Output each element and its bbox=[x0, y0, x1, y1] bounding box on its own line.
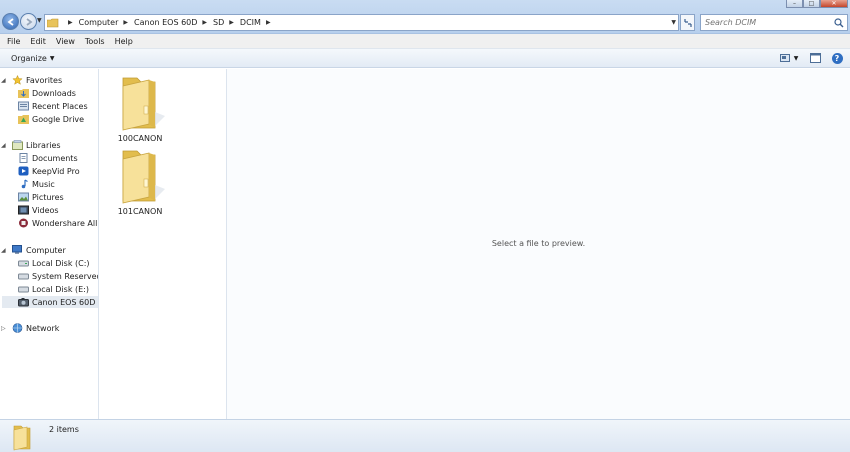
view-icon bbox=[780, 54, 790, 62]
preview-pane-icon bbox=[809, 53, 821, 63]
network-icon bbox=[12, 323, 23, 333]
nav-local-disk-e[interactable]: Local Disk (E:) bbox=[18, 283, 89, 295]
breadcrumb-dcim[interactable]: DCIM ▶ bbox=[240, 15, 277, 30]
preview-message: Select a file to preview. bbox=[491, 239, 586, 248]
nav-google-drive[interactable]: Google Drive bbox=[18, 113, 84, 125]
menu-help[interactable]: Help bbox=[115, 37, 133, 46]
address-dropdown-icon[interactable]: ▼ bbox=[671, 19, 676, 26]
command-bar: Organize ▼ ▼ ? bbox=[0, 49, 850, 68]
forward-button[interactable] bbox=[20, 13, 37, 30]
breadcrumb-computer[interactable]: Computer ▶ bbox=[79, 15, 134, 30]
folder-name: 101CANON bbox=[117, 207, 163, 216]
documents-icon bbox=[19, 153, 28, 163]
google-drive-icon bbox=[18, 115, 29, 124]
folder-icon bbox=[13, 425, 31, 451]
nav-favorites[interactable]: ◢ Favorites bbox=[1, 74, 62, 86]
computer-icon bbox=[12, 245, 22, 254]
nav-computer[interactable]: ◢ Computer bbox=[1, 244, 66, 256]
maximize-button[interactable]: □ bbox=[803, 0, 820, 8]
nav-keepvid-pro[interactable]: KeepVid Pro bbox=[18, 165, 80, 177]
pictures-icon bbox=[18, 192, 29, 202]
nav-local-disk-c[interactable]: Local Disk (C:) bbox=[18, 257, 90, 269]
drive-icon bbox=[18, 273, 29, 280]
arrow-left-icon bbox=[7, 17, 14, 26]
folder-icon bbox=[47, 18, 59, 27]
camera-icon bbox=[18, 298, 29, 307]
folder-icon bbox=[122, 77, 165, 131]
nav-canon-eos-60d[interactable]: Canon EOS 60D bbox=[2, 296, 98, 308]
search-icon[interactable] bbox=[834, 18, 844, 28]
chevron-right-icon: ▶ bbox=[123, 19, 129, 26]
item-count: 2 items bbox=[49, 425, 79, 434]
expand-arrow-icon[interactable]: ◢ bbox=[1, 247, 6, 254]
menu-view[interactable]: View bbox=[56, 37, 75, 46]
title-bar: – □ ✕ ▼ ▶ Computer ▶ Canon EOS 60D ▶ SD ▶ D… bbox=[0, 0, 850, 34]
star-icon bbox=[12, 75, 23, 85]
back-button[interactable] bbox=[2, 13, 19, 30]
breadcrumb-canon[interactable]: Canon EOS 60D ▶ bbox=[134, 15, 213, 30]
refresh-button[interactable] bbox=[680, 14, 695, 31]
nav-system-reserved[interactable]: System Reserved (D: bbox=[18, 270, 98, 282]
menu-file[interactable]: File bbox=[7, 37, 20, 46]
nav-documents[interactable]: Documents bbox=[18, 152, 78, 164]
window-controls: – □ ✕ bbox=[786, 0, 848, 8]
view-options-dropdown[interactable]: ▼ bbox=[792, 52, 800, 64]
search-box[interactable] bbox=[700, 14, 848, 31]
expand-arrow-icon[interactable]: ◢ bbox=[1, 142, 6, 149]
address-bar[interactable]: ▶ Computer ▶ Canon EOS 60D ▶ SD ▶ DCIM ▶ ▼ bbox=[44, 14, 679, 31]
nav-pictures[interactable]: Pictures bbox=[18, 191, 64, 203]
drive-icon bbox=[18, 260, 29, 267]
organize-button[interactable]: Organize ▼ bbox=[11, 54, 54, 63]
recent-pages-dropdown[interactable]: ▼ bbox=[37, 17, 44, 27]
keepvid-icon bbox=[18, 166, 29, 176]
nav-downloads[interactable]: Downloads bbox=[18, 87, 76, 99]
navigation-pane: ◢ Favorites Downloads Recent Places Goog… bbox=[0, 69, 99, 419]
folder-icon bbox=[122, 150, 165, 204]
chevron-right-icon: ▶ bbox=[202, 19, 208, 26]
chevron-right-icon: ▶ bbox=[265, 19, 271, 26]
videos-icon bbox=[18, 205, 29, 215]
help-button[interactable]: ? bbox=[830, 52, 844, 64]
chevron-right-icon: ▶ bbox=[68, 19, 73, 26]
close-button[interactable]: ✕ bbox=[820, 0, 848, 8]
minimize-button[interactable]: – bbox=[786, 0, 803, 8]
menu-edit[interactable]: Edit bbox=[30, 37, 46, 46]
folder-item[interactable]: 100CANON bbox=[105, 72, 175, 143]
expand-arrow-icon[interactable]: ▷ bbox=[1, 325, 6, 332]
breadcrumb-root[interactable]: ▶ bbox=[63, 15, 79, 30]
search-input[interactable] bbox=[705, 15, 831, 30]
file-list: 100CANON 101CANON bbox=[99, 69, 227, 419]
preview-pane: Select a file to preview. bbox=[227, 69, 850, 419]
music-icon bbox=[21, 179, 28, 189]
menu-bar: File Edit View Tools Help bbox=[0, 34, 850, 49]
preview-pane-button[interactable] bbox=[808, 52, 822, 64]
menu-tools[interactable]: Tools bbox=[85, 37, 105, 46]
nav-recent-places[interactable]: Recent Places bbox=[18, 100, 88, 112]
breadcrumb-sd[interactable]: SD ▶ bbox=[213, 15, 240, 30]
nav-network[interactable]: ▷ Network bbox=[1, 322, 59, 334]
folder-name: 100CANON bbox=[117, 134, 163, 143]
nav-wondershare[interactable]: Wondershare AllMy bbox=[18, 217, 98, 229]
libraries-icon bbox=[12, 140, 23, 150]
nav-videos[interactable]: Videos bbox=[18, 204, 59, 216]
nav-music[interactable]: Music bbox=[18, 178, 55, 190]
chevron-down-icon: ▼ bbox=[49, 55, 55, 62]
arrow-right-icon bbox=[25, 17, 32, 26]
chevron-right-icon: ▶ bbox=[229, 19, 234, 26]
wondershare-icon bbox=[19, 218, 28, 228]
recent-places-icon bbox=[18, 101, 29, 111]
expand-arrow-icon[interactable]: ◢ bbox=[1, 77, 6, 84]
status-bar: 2 items bbox=[0, 419, 850, 452]
drive-icon bbox=[18, 286, 29, 293]
help-icon: ? bbox=[831, 52, 843, 64]
downloads-folder-icon bbox=[18, 89, 29, 98]
change-view-button[interactable] bbox=[778, 52, 792, 64]
refresh-icon bbox=[683, 18, 692, 27]
folder-item[interactable]: 101CANON bbox=[105, 145, 175, 216]
nav-libraries[interactable]: ◢ Libraries bbox=[1, 139, 61, 151]
